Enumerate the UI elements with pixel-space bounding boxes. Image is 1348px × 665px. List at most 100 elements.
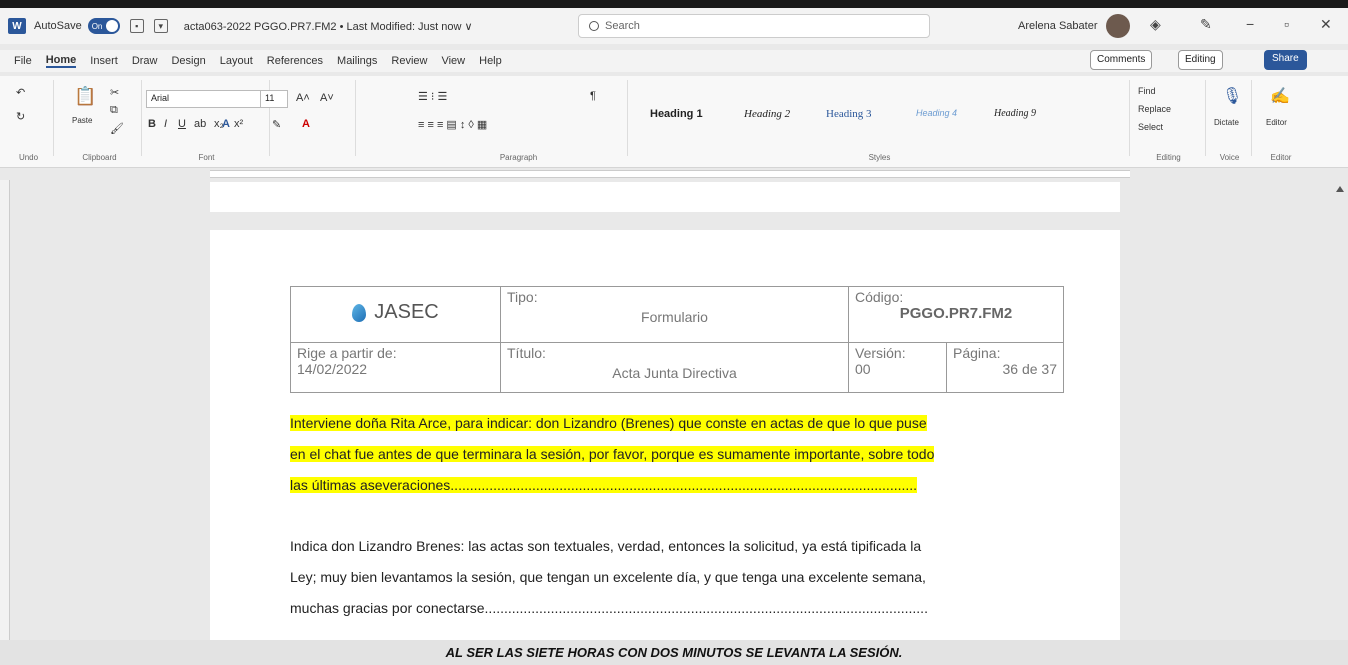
para1-line2: en el chat fue antes de que terminara la… [290,446,935,462]
styles-group: Heading 1 Heading 2 Heading 3 Heading 4 … [630,80,1130,162]
user-name[interactable]: Arelena Sabater [1018,20,1098,32]
minimize-icon[interactable]: − [1246,16,1254,32]
editor-group-label: Editor [1270,153,1292,162]
strikethrough-button[interactable]: ab [194,118,206,130]
titulo-cell: Título: Acta Junta Directiva [500,342,849,393]
paste-icon[interactable]: 📋 [74,86,96,107]
undo-group-label: Undo [18,153,39,162]
shrink-font-button[interactable]: A˅ [320,92,334,104]
editor-icon[interactable]: ✍ [1270,86,1290,106]
share-button[interactable]: Share [1264,50,1307,70]
style-heading-9[interactable]: Heading 9 [994,108,1036,119]
font-size-group: 11 A˄ A˅ A ✎ A [222,80,356,156]
clipboard-group: 📋 Paste ✂ ⧉ 🖌 Clipboard [58,80,142,162]
editor-button[interactable]: Editor [1266,118,1287,127]
pagina-label: Página: [953,345,1001,361]
customize-icon[interactable]: ▾ [153,19,168,33]
scroll-up-arrow-icon[interactable] [1336,186,1344,192]
tab-insert[interactable]: Insert [90,55,118,67]
tipo-label: Tipo: [507,289,538,305]
document-title[interactable]: acta063-2022 PGGO.PR7.FM2 • Last Modifie… [184,20,473,33]
codigo-value: PGGO.PR7.FM2 [899,305,1013,322]
styles-group-label: Styles [868,153,891,162]
codigo-cell: Código: PGGO.PR7.FM2 [848,286,1064,343]
document-header-table: JASEC Tipo: Formulario Código: PGGO.PR7.… [290,286,1064,393]
close-icon[interactable]: ✕ [1320,16,1332,33]
restore-icon[interactable]: ▫ [1284,16,1289,32]
voice-group-label: Voice [1219,153,1240,162]
pen-icon[interactable]: ✎ [1200,16,1212,33]
grow-font-button[interactable]: A˄ [296,92,310,104]
logo-cell: JASEC [290,286,501,343]
superscript-button[interactable]: x² [234,118,243,130]
italic-button[interactable]: I [164,118,167,130]
tab-view[interactable]: View [441,55,465,67]
para2-line3: muchas gracias por conectarse...........… [290,600,928,616]
water-drop-logo-icon [352,303,367,322]
style-heading-4[interactable]: Heading 4 [916,108,957,118]
font-color-button[interactable]: A [302,118,310,130]
align-icon[interactable]: ≡ ≡ ≡ ▤ ↕ ◊ ▦ [418,118,487,131]
style-heading-3[interactable]: Heading 3 [826,108,872,120]
tab-file[interactable]: File [14,55,32,67]
tab-help[interactable]: Help [479,55,502,67]
underline-button[interactable]: U [178,118,186,130]
tab-design[interactable]: Design [171,55,205,67]
font-size-select[interactable]: 11 [260,90,288,108]
horizontal-ruler[interactable] [210,170,1130,178]
vertical-ruler [0,180,10,650]
redo-icon[interactable]: ↻ [16,110,25,123]
pagina-cell: Página: 36 de 37 [946,342,1064,393]
save-icon[interactable]: ▪ [129,19,144,33]
style-heading-2[interactable]: Heading 2 [744,108,790,120]
version-label: Versión: [855,345,906,361]
paragraph-lizandro-brenes: Indica don Lizandro Brenes: las actas so… [290,531,1064,624]
paragraph-rita-arce: Interviene doña Rita Arce, para indicar:… [290,408,1064,501]
company-logo-text: JASEC [374,301,439,323]
font-name-select[interactable]: Arial [146,90,264,108]
diamond-icon[interactable]: ◈ [1150,16,1161,33]
comments-button[interactable]: Comments [1090,50,1153,70]
highlight-icon[interactable]: ✎ [272,118,281,131]
tab-draw[interactable]: Draw [132,55,158,67]
tab-home[interactable]: Home [45,54,77,68]
para2-line1: Indica don Lizandro Brenes: las actas so… [290,538,922,554]
version-value: 00 [855,361,871,377]
undo-group: ↶ ↻ Undo [4,80,54,162]
bold-button[interactable]: B [148,118,156,130]
paste-button[interactable]: Paste [72,116,92,125]
replace-button[interactable]: Replace [1138,104,1171,114]
menu-bar: File Home Insert Draw Design Layout Refe… [0,50,1348,72]
tab-layout[interactable]: Layout [220,55,253,67]
titulo-label: Título: [507,345,546,361]
format-painter-icon[interactable]: 🖌 [110,122,124,135]
pilcrow-icon[interactable]: ¶ [590,90,596,102]
pagina-value: 36 de 37 [1002,361,1058,377]
rige-label: Rige a partir de: [297,345,397,361]
para1-line1: Interviene doña Rita Arce, para indicar:… [290,415,927,431]
tab-references[interactable]: References [267,55,323,67]
para1-line3: las últimas aseveraciones...............… [290,477,918,493]
editing-group-label: Editing [1156,153,1181,162]
style-heading-1[interactable]: Heading 1 [650,108,703,120]
avatar[interactable] [1106,14,1130,38]
undo-icon[interactable]: ↶ [16,86,25,99]
tipo-value: Formulario [641,309,708,325]
text-effects-button[interactable]: A [222,118,230,130]
word-logo-icon: W [8,18,26,34]
bullets-icon[interactable]: ☰ ⁝ ☰ [418,90,447,103]
search-input[interactable]: Search [578,14,930,38]
para2-line2: Ley; muy bien levantamos la sesión, que … [290,569,926,585]
copy-icon[interactable]: ⧉ [110,104,118,117]
microphone-icon[interactable]: 🎙 [1222,86,1242,106]
font-group: Arial B I U ab x₂ x² Font [144,80,270,162]
editing-mode-button[interactable]: Editing [1178,50,1223,70]
cut-icon[interactable]: ✂ [110,86,119,99]
tab-mailings[interactable]: Mailings [337,55,377,67]
tab-review[interactable]: Review [391,55,427,67]
select-button[interactable]: Select [1138,122,1163,132]
autosave-toggle[interactable]: On [87,18,120,34]
find-button[interactable]: Find [1138,86,1156,96]
version-cell: Versión: 00 [848,342,947,393]
dictate-button[interactable]: Dictate [1214,118,1239,127]
